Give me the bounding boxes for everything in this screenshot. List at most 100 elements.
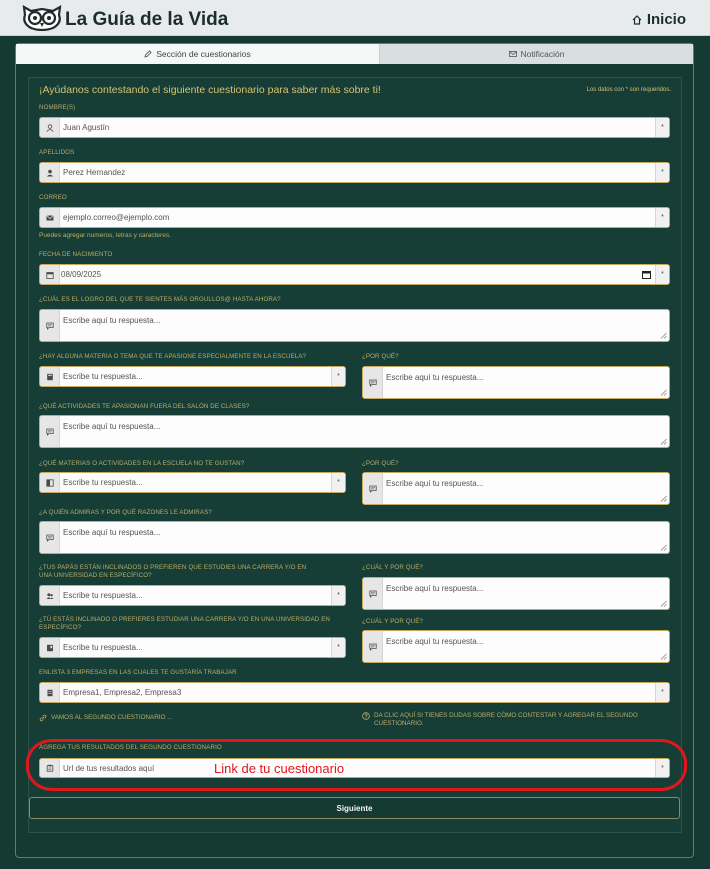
home-link[interactable]: Inicio [632, 11, 686, 28]
required-mark: * [331, 638, 345, 657]
comment-icon [363, 367, 383, 398]
correo-value: ejemplo.correo@ejemplo.com [63, 213, 170, 222]
resize-grip-icon[interactable] [660, 653, 667, 660]
actividades-label: ¿QUÉ ACTIVIDADES TE APASIONAN FUERA DEL … [39, 403, 250, 410]
dudas-label: DA CLIC AQUÍ SI TIENES DUDAS SOBRE CÓMO … [374, 712, 638, 727]
segundo-cuestionario-link[interactable]: VAMOS AL SEGUNDO CUESTIONARIO ... [39, 714, 339, 722]
half-circle-icon [40, 473, 60, 492]
nombre-value: Juan Agustín [63, 123, 110, 132]
empresas-placeholder: Empresa1, Empresa2, Empresa3 [63, 688, 182, 697]
comment-icon [363, 631, 383, 662]
empresas-label: ENLISTA 3 EMPRESAS EN LAS CUALES TE GUST… [39, 669, 237, 676]
tu-inclinado-placeholder: Escribe tu respuesta... [63, 643, 143, 652]
tu-inclinado-porque-label: ¿CUÁL Y POR QUÉ? [362, 618, 423, 625]
tu-inclinado-porque-placeholder: Escribe aquí tu respuesta... [386, 637, 484, 646]
no-gustan-label: ¿QUÉ MATERIAS O ACTIVIDADES EN LA ESCUEL… [39, 460, 245, 467]
owl-logo-icon [22, 4, 62, 31]
nombre-field[interactable]: Juan Agustín * [39, 117, 670, 138]
papas-porque-label: ¿CUÁL Y POR QUÉ? [362, 564, 423, 571]
user-solid-icon [40, 163, 60, 182]
user-icon [40, 118, 60, 137]
fecha-field[interactable]: 08/09/2025 * [39, 264, 670, 285]
required-mark: * [655, 265, 669, 284]
resize-grip-icon[interactable] [660, 600, 667, 607]
book-icon [40, 367, 60, 386]
tab-cuestionarios-label: Sección de cuestionarios [156, 49, 251, 59]
tu-inclinado-porque-textarea[interactable]: Escribe aquí tu respuesta... [362, 630, 670, 663]
tu-inclinado-label: ¿TÚ ESTÁS INCLINADO O PREFIERES ESTUDIAR… [39, 616, 330, 631]
form-title: ¡Ayúdanos contestando el siguiente cuest… [39, 84, 381, 96]
papas-porque-placeholder: Escribe aquí tu respuesta... [386, 584, 484, 593]
no-gustan-field[interactable]: Escribe tu respuesta... * [39, 472, 346, 493]
comment-icon [363, 578, 383, 609]
annotation-text: Link de tu cuestionario [214, 761, 345, 776]
correo-helper: Puedes agregar numeros, letras y caracte… [39, 232, 171, 239]
apellidos-value: Perez Hernandez [63, 168, 126, 177]
siguiente-button[interactable]: Siguiente [29, 797, 680, 819]
tab-notificacion-label: Notificación [520, 49, 565, 59]
actividades-textarea[interactable]: Escribe aquí tu respuesta... [39, 415, 670, 448]
actividades-placeholder: Escribe aquí tu respuesta... [63, 422, 161, 431]
no-gustan-porque-placeholder: Escribe aquí tu respuesta... [386, 479, 484, 488]
materia-apasiona-label: ¿HAY ALGUNA MATERIA O TEMA QUE TE APASIO… [39, 353, 307, 360]
comment-icon [40, 310, 60, 341]
brand-title: La Guía de la Vida [65, 9, 229, 30]
papas-field[interactable]: Escribe tu respuesta... * [39, 585, 346, 606]
logro-textarea[interactable]: Escribe aquí tu respuesta... [39, 309, 670, 342]
segundo-cuestionario-label: VAMOS AL SEGUNDO CUESTIONARIO ... [51, 714, 173, 721]
dudas-link[interactable]: DA CLIC AQUÍ SI TIENES DUDAS SOBRE CÓMO … [362, 712, 662, 728]
no-gustan-placeholder: Escribe tu respuesta... [63, 478, 143, 487]
papas-porque-textarea[interactable]: Escribe aquí tu respuesta... [362, 577, 670, 610]
no-gustan-porque-textarea[interactable]: Escribe aquí tu respuesta... [362, 472, 670, 505]
nombre-label: NOMBRE(S) [39, 104, 76, 111]
admiras-placeholder: Escribe aquí tu respuesta... [63, 528, 161, 537]
admiras-textarea[interactable]: Escribe aquí tu respuesta... [39, 521, 670, 554]
required-mark: * [331, 473, 345, 492]
apellidos-label: APELLIDOS [39, 149, 75, 156]
resize-grip-icon[interactable] [660, 389, 667, 396]
materia-apasiona-field[interactable]: Escribe tu respuesta... * [39, 366, 346, 387]
fecha-value: 08/09/2025 [61, 270, 102, 279]
annotation-highlight-ellipse [26, 739, 687, 791]
pencil-icon [144, 50, 152, 58]
resize-grip-icon[interactable] [660, 438, 667, 445]
comment-icon [40, 416, 60, 447]
required-mark: * [655, 118, 669, 137]
book-open-icon [40, 638, 60, 657]
required-note: Los datos con * son requeridos. [586, 87, 671, 93]
form-header: ¡Ayúdanos contestando el siguiente cuest… [39, 84, 671, 100]
materia-apasiona-placeholder: Escribe tu respuesta... [63, 372, 143, 381]
empresas-field[interactable]: Empresa1, Empresa2, Empresa3 * [39, 682, 670, 703]
apellidos-field[interactable]: Perez Hernandez * [39, 162, 670, 183]
required-mark: * [655, 163, 669, 182]
home-icon [632, 14, 642, 25]
correo-field[interactable]: ejemplo.correo@ejemplo.com * [39, 207, 670, 228]
materia-apasiona-porque-textarea[interactable]: Escribe aquí tu respuesta... [362, 366, 670, 399]
date-picker-icon[interactable] [642, 270, 651, 279]
tab-bar: Sección de cuestionarios Notificación [16, 44, 693, 64]
resize-grip-icon[interactable] [660, 544, 667, 551]
required-mark: * [655, 683, 669, 702]
no-gustan-porque-label: ¿POR QUÉ? [362, 460, 399, 467]
home-label: Inicio [646, 11, 686, 28]
users-icon [40, 586, 60, 605]
top-bar: La Guía de la Vida Inicio [0, 0, 710, 36]
envelope-icon [508, 51, 517, 57]
tab-notificacion[interactable]: Notificación [380, 44, 693, 64]
required-mark: * [331, 586, 345, 605]
link-icon [39, 714, 47, 722]
envelope-icon [40, 208, 60, 227]
question-circle-icon [362, 712, 370, 720]
tu-inclinado-field[interactable]: Escribe tu respuesta... * [39, 637, 346, 658]
papas-label: ¿TUS PAPÁS ESTÁN INCLINADOS O PREFIEREN … [39, 564, 307, 579]
fecha-label: FECHA DE NACIMIENTO [39, 251, 113, 258]
correo-label: CORREO [39, 194, 67, 201]
materia-apasiona-porque-placeholder: Escribe aquí tu respuesta... [386, 373, 484, 382]
comment-icon [363, 473, 383, 504]
resize-grip-icon[interactable] [660, 495, 667, 502]
logro-placeholder: Escribe aquí tu respuesta... [63, 316, 161, 325]
tab-cuestionarios[interactable]: Sección de cuestionarios [16, 44, 380, 64]
resize-grip-icon[interactable] [660, 332, 667, 339]
admiras-label: ¿A QUIÉN ADMIRAS Y POR QUÉ RAZONES LE AD… [39, 509, 212, 516]
required-mark: * [655, 208, 669, 227]
